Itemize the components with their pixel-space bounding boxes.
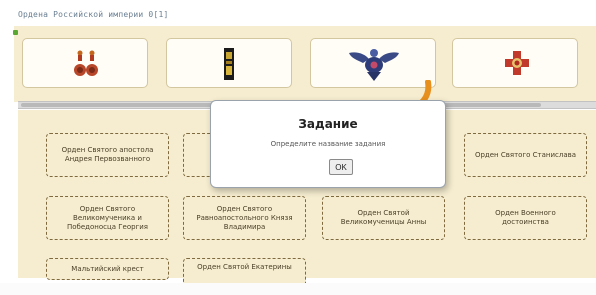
order-label: Орден Святого апостола Андрея Первозванн… bbox=[61, 146, 154, 163]
dialog-message: Определите название задания bbox=[270, 140, 386, 148]
ok-button[interactable]: OK bbox=[329, 159, 353, 175]
order-label: Орден Святой Великомученицы Анны bbox=[340, 209, 427, 226]
bottom-margin bbox=[0, 283, 596, 295]
icon-card-1[interactable] bbox=[22, 38, 148, 88]
order-drop-box-7[interactable]: Орден Святой Великомученицы Анны bbox=[322, 196, 445, 240]
order-drop-box-6[interactable]: Орден Святого Равноапостольного Князя Вл… bbox=[183, 196, 306, 240]
cross-order-icon bbox=[505, 51, 529, 75]
order-label: Орден Святого Станислава bbox=[474, 150, 577, 159]
order-label: Орден Военного достоинства bbox=[495, 209, 556, 226]
corner-marker-icon bbox=[13, 30, 18, 35]
earrings-medal-pair-icon bbox=[74, 50, 98, 76]
dialog-title: Задание bbox=[298, 117, 358, 131]
order-drop-box-4[interactable]: Орден Святого Станислава bbox=[464, 133, 587, 177]
order-label: Мальтийский крест bbox=[71, 264, 144, 273]
order-drop-box-8[interactable]: Орден Военного достоинства bbox=[464, 196, 587, 240]
order-drop-box-9[interactable]: Мальтийский крест bbox=[46, 258, 169, 280]
icon-card-2[interactable] bbox=[166, 38, 292, 88]
order-drop-box-5[interactable]: Орден Святого Великомученика и Победонос… bbox=[46, 196, 169, 240]
page-title: Ордена Российской империи 0[1] bbox=[18, 10, 169, 19]
icon-card-4[interactable] bbox=[452, 38, 578, 88]
ribbon-bar-icon bbox=[224, 48, 234, 80]
order-label: Орден Святого Равноапостольного Князя Вл… bbox=[196, 204, 293, 231]
order-label: Орден Святой Екатерины bbox=[197, 263, 292, 271]
order-drop-box-1[interactable]: Орден Святого апостола Андрея Первозванн… bbox=[46, 133, 169, 177]
order-label: Орден Святого Великомученика и Победонос… bbox=[66, 204, 149, 231]
task-dialog: Задание Определите название задания OK bbox=[210, 100, 446, 188]
